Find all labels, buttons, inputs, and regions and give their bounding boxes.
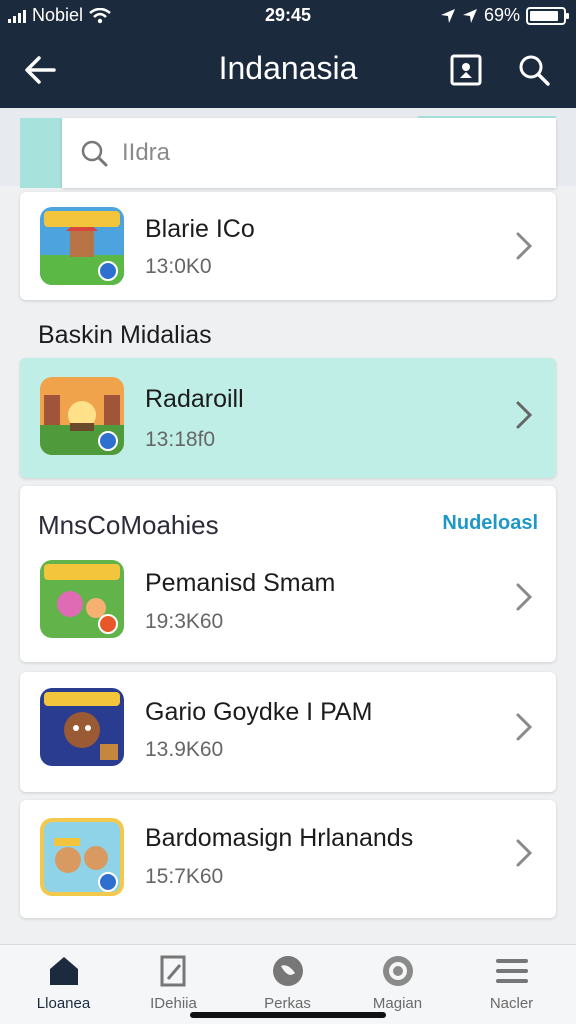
nav-item-explore[interactable]: Perkas [230,953,345,1017]
section-title: Baskin Midalias [38,321,212,349]
nav-label: Nacler [489,995,534,1012]
chevron-right-icon [516,583,533,611]
item-card[interactable]: Gario Goydke I PAM 13.9K60 [20,672,556,792]
top-bar: Nobiel 29:45 69% Indanasia [0,0,576,108]
item-name: Pemanisd Smam [145,569,336,597]
nav-label: IDehiia [150,995,197,1012]
nav-item-home[interactable]: Lloanea [6,953,121,1017]
search-input[interactable] [122,139,502,167]
profile-icon [382,956,413,986]
header-search-button[interactable] [512,48,556,92]
nav-item-menu[interactable]: Nacler [454,953,569,1017]
battery-icon [526,6,569,25]
game-thumbnail [40,560,124,638]
nav-item-document[interactable]: IDehiia [116,953,231,1017]
game-thumbnail [40,688,124,766]
game-thumbnail [40,377,124,455]
chevron-right-icon [516,401,533,429]
chevron-right-icon [516,839,533,867]
search-box[interactable] [62,118,556,188]
explore-icon [272,956,303,986]
item-meta: 15:7K60 [145,865,224,888]
home-indicator [190,1012,386,1018]
home-icon [49,957,78,985]
status-bar: Nobiel 29:45 69% [0,0,576,30]
item-name: Bardomasign Hrlanands [145,824,414,852]
chevron-right-icon [516,232,533,260]
group-link[interactable]: Nudeloasl [442,512,538,535]
menu-icon [495,959,528,983]
list-item[interactable]: Blarie ICo 13:0K0 [20,192,556,300]
item-name: Gario Goydke I PAM [145,698,373,726]
item-meta: 19:3K60 [145,610,224,633]
app-header: Indanasia [0,30,576,108]
search-icon [519,55,550,86]
item-name: Radaroill [145,385,244,413]
item-meta: 13:18f0 [145,428,216,451]
search-field-icon [81,140,108,167]
page-title: Indanasia [218,50,358,86]
group-card: MnsCoMoahies Nudeloasl Pemanisd Smam 19:… [20,486,556,662]
nav-label: Perkas [264,995,311,1012]
location-icon [440,8,455,23]
location-arrow-icon [462,8,477,23]
bookmark-icon [450,54,482,86]
game-thumbnail [40,818,124,896]
bookmark-button[interactable] [444,48,488,92]
top-item-card[interactable]: Blarie ICo 13:0K0 [20,192,556,300]
item-meta: 13:0K0 [145,255,212,278]
nav-label: Magian [372,995,423,1012]
chevron-right-icon [516,713,533,741]
battery-percent: 69% [483,5,520,25]
list-item[interactable]: Gario Goydke I PAM 13.9K60 [20,672,556,792]
search-accent [20,118,64,188]
list-item[interactable]: Pemanisd Smam 19:3K60 [20,552,556,662]
item-meta: 13.9K60 [145,738,224,761]
highlighted-item-card[interactable]: Radaroill 13:18f0 [20,358,556,478]
nav-label: Lloanea [36,995,91,1012]
list-item[interactable]: Bardomasign Hrlanands 15:7K60 [20,800,556,918]
item-card[interactable]: Bardomasign Hrlanands 15:7K60 [20,800,556,918]
nav-item-profile[interactable]: Magian [340,953,455,1017]
group-title: MnsCoMoahies [38,510,219,540]
item-name: Blarie ICo [145,215,255,243]
game-thumbnail [40,207,124,285]
document-icon [160,955,185,987]
list-item-highlighted[interactable]: Radaroill 13:18f0 [20,358,556,478]
